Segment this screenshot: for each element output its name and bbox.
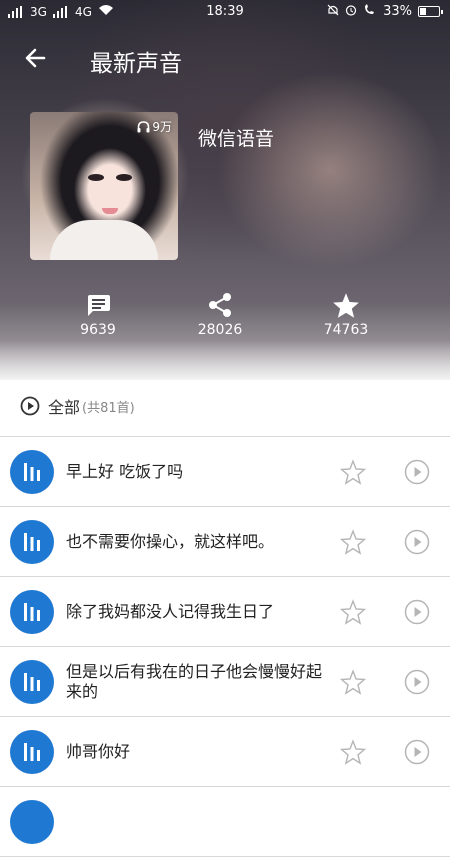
cover-mouth-shape: [102, 208, 118, 214]
play-count-value: 9万: [152, 120, 172, 134]
play-all-label: 全部: [48, 398, 81, 417]
back-arrow-icon[interactable]: [22, 44, 50, 72]
play-button-icon[interactable]: [404, 739, 430, 765]
play-button-icon[interactable]: [404, 669, 430, 695]
favorite-star-icon[interactable]: [339, 529, 367, 555]
share-icon: [170, 290, 270, 320]
track-title: 也不需要你操心，就这样吧。: [66, 531, 275, 551]
favorites-stat[interactable]: 74763: [296, 290, 396, 338]
play-button-icon[interactable]: [404, 599, 430, 625]
audio-bars-icon: [10, 800, 54, 844]
shares-count: 28026: [197, 322, 243, 338]
star-icon: [296, 290, 396, 320]
cover-collar-shape: [50, 220, 158, 260]
mute-icon: [327, 4, 339, 19]
track-count: (共81首): [82, 400, 135, 416]
cover-eye-shape: [116, 174, 132, 181]
track-title: 但是以后有我在的日子他会慢慢好起来的: [66, 661, 323, 701]
favorite-star-icon[interactable]: [339, 459, 367, 485]
audio-bars-icon: [10, 730, 54, 774]
audio-bars-icon: [10, 450, 54, 494]
track-list: 早上好 吃饭了吗 也不需要你操心，就这样吧。 除了我妈都没人记得我生日了 但是以…: [0, 436, 450, 857]
list-item[interactable]: 但是以后有我在的日子他会慢慢好起来的: [0, 647, 450, 717]
battery-percent: 33%: [383, 4, 412, 19]
shares-stat[interactable]: 28026: [170, 290, 270, 338]
list-item-partial[interactable]: [0, 787, 450, 857]
comments-count: 9639: [80, 322, 116, 338]
audio-bars-icon: [10, 660, 54, 704]
favorites-count: 74763: [323, 322, 369, 338]
call-signal-icon: [363, 4, 377, 19]
comments-stat[interactable]: 9639: [48, 290, 148, 338]
page-title: 最新声音: [90, 51, 182, 77]
status-bar: 3G 4G 18:39 33%: [0, 0, 450, 24]
battery-icon: [418, 6, 443, 17]
favorite-star-icon[interactable]: [339, 739, 367, 765]
comment-icon: [48, 290, 148, 320]
play-count: 9万: [137, 118, 172, 135]
track-title: 帅哥你好: [66, 741, 131, 761]
play-button-icon[interactable]: [404, 529, 430, 555]
audio-bars-icon: [10, 590, 54, 634]
play-all-icon: [20, 396, 40, 416]
track-title: 除了我妈都没人记得我生日了: [66, 601, 275, 621]
favorite-star-icon[interactable]: [339, 669, 367, 695]
album-cover[interactable]: 9万: [30, 112, 178, 260]
cover-eye-shape: [88, 174, 104, 181]
alarm-icon: [345, 4, 357, 19]
track-title: 早上好 吃饭了吗: [66, 461, 184, 481]
list-item[interactable]: 也不需要你操心，就这样吧。: [0, 507, 450, 577]
list-item[interactable]: 帅哥你好: [0, 717, 450, 787]
audio-bars-icon: [10, 520, 54, 564]
play-all-row[interactable]: 全部 (共81首): [20, 394, 135, 418]
headphones-icon: [137, 120, 150, 132]
album-name: 微信语音: [198, 128, 275, 150]
favorite-star-icon[interactable]: [339, 599, 367, 625]
list-item[interactable]: 除了我妈都没人记得我生日了: [0, 577, 450, 647]
list-item[interactable]: 早上好 吃饭了吗: [0, 437, 450, 507]
play-button-icon[interactable]: [404, 459, 430, 485]
